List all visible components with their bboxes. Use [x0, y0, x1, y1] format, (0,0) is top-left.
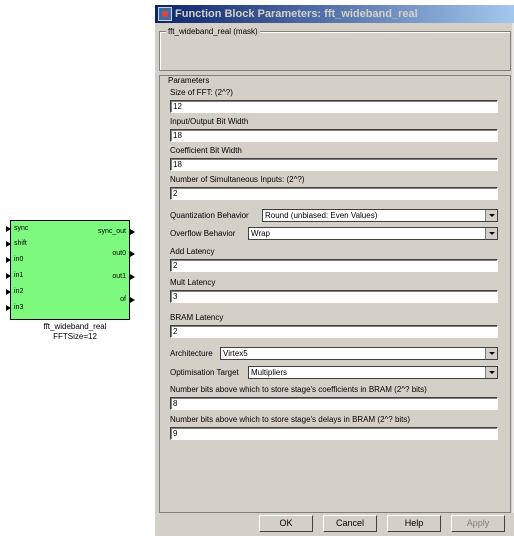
port-arrow-out0 [130, 251, 135, 257]
apply-button[interactable]: Apply [451, 515, 505, 532]
block-caption: fft_wideband_real FFTSize=12 [0, 322, 150, 342]
fft-size-field[interactable]: 12 [170, 100, 498, 113]
block-parameters-dialog: Function Block Parameters: fft_wideband_… [154, 4, 514, 536]
optimisation-target-value: Multipliers [251, 368, 288, 377]
overflow-label: Overflow Behavior [170, 229, 236, 238]
input-port-label: in3 [14, 304, 24, 311]
fft-block[interactable]: sync shift in0 in1 in2 in3 sync_out out0… [6, 220, 135, 320]
fft-size-label: Size of FFT: (2^?) [170, 88, 233, 97]
mask-description-group: fft_wideband_real (mask) [159, 26, 511, 71]
chevron-down-icon[interactable] [485, 228, 497, 239]
coeff-bram-label: Number bits above which to store stage's… [170, 385, 427, 394]
num-inputs-label: Number of Simultaneous Inputs: (2^?) [170, 175, 305, 184]
architecture-select[interactable]: Virtex5 [220, 347, 498, 360]
port-arrow-sync [6, 226, 11, 232]
delay-bram-label: Number bits above which to store stage's… [170, 415, 411, 424]
num-inputs-field[interactable]: 2 [170, 187, 498, 200]
output-port-label: sync_out [97, 228, 126, 235]
mult-latency-label: Mult Latency [170, 278, 216, 287]
block-name[interactable]: fft_wideband_real [0, 322, 150, 332]
bram-latency-label: BRAM Latency [170, 313, 224, 322]
port-arrow-sync-out [130, 229, 135, 235]
bram-latency-field[interactable]: 2 [170, 325, 498, 338]
architecture-value: Virtex5 [223, 349, 248, 358]
input-port-label: in1 [14, 272, 24, 279]
output-port-label: out1 [112, 273, 126, 280]
port-arrow-in1 [6, 273, 11, 279]
output-port-label: out0 [112, 250, 126, 257]
block-annotation: FFTSize=12 [53, 332, 97, 341]
dialog-title: Function Block Parameters: fft_wideband_… [175, 8, 418, 20]
coeff-bram-field[interactable]: 8 [170, 397, 498, 410]
cancel-button[interactable]: Cancel [323, 515, 377, 532]
port-arrow-in2 [6, 289, 11, 295]
simulink-icon [158, 7, 172, 21]
parameters-legend: Parameters [166, 76, 212, 86]
port-arrow-out1 [130, 274, 135, 280]
output-port-label: of [120, 296, 126, 303]
io-bit-width-field[interactable]: 18 [170, 129, 498, 142]
quantization-select[interactable]: Round (unbiased: Even Values) [262, 209, 498, 222]
chevron-down-icon[interactable] [485, 367, 497, 378]
add-latency-field[interactable]: 2 [170, 259, 498, 272]
input-port-label: in0 [14, 256, 24, 263]
mask-group-legend: fft_wideband_real (mask) [166, 26, 260, 37]
optimisation-target-select[interactable]: Multipliers [248, 366, 498, 379]
input-port-label: shift [14, 240, 27, 247]
add-latency-label: Add Latency [170, 247, 215, 256]
input-port-label: sync [14, 225, 29, 232]
dialog-titlebar[interactable]: Function Block Parameters: fft_wideband_… [155, 5, 514, 23]
overflow-select[interactable]: Wrap [248, 227, 498, 240]
port-arrow-in3 [6, 305, 11, 311]
coeff-bit-width-field[interactable]: 18 [170, 158, 498, 171]
dialog-button-bar: OK Cancel Help Apply [155, 515, 514, 533]
mult-latency-field[interactable]: 3 [170, 290, 498, 303]
chevron-down-icon[interactable] [485, 348, 497, 359]
port-arrow-shift [6, 241, 11, 247]
input-port-label: in2 [14, 288, 24, 295]
port-arrow-of [130, 297, 135, 303]
delay-bram-field[interactable]: 9 [170, 427, 498, 440]
help-button[interactable]: Help [387, 515, 441, 532]
io-bit-width-label: Input/Output Bit Width [170, 117, 249, 126]
port-arrow-in0 [6, 257, 11, 263]
chevron-down-icon[interactable] [485, 210, 497, 221]
ok-button[interactable]: OK [259, 515, 313, 532]
parameters-group: Parameters Size of FFT: (2^?) 12 Input/O… [159, 75, 511, 513]
quantization-label: Quantization Behavior [170, 211, 249, 220]
overflow-value: Wrap [251, 229, 270, 238]
quantization-value: Round (unbiased: Even Values) [265, 211, 378, 220]
optimisation-target-label: Optimisation Target [170, 368, 239, 377]
coeff-bit-width-label: Coefficient Bit Width [170, 146, 242, 155]
architecture-label: Architecture [170, 349, 213, 358]
